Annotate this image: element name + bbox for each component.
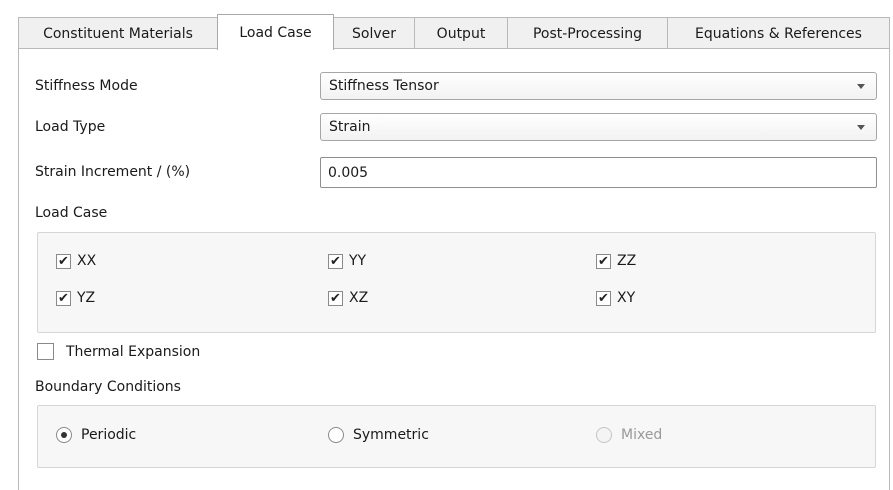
checkbox-label: ZZ	[617, 253, 637, 269]
checkbox-box	[37, 343, 54, 360]
radio-label: Mixed	[621, 427, 663, 443]
strain-increment-value: 0.005	[328, 164, 369, 181]
tab-label: Load Case	[239, 24, 312, 41]
checkbox-xy[interactable]: ✔ XY	[596, 290, 635, 306]
tab-equations-references[interactable]: Equations & References	[667, 17, 890, 49]
checkbox-yy[interactable]: ✔ YY	[328, 253, 366, 269]
tab-bar: Constituent Materials Load Case Solver O…	[18, 14, 890, 50]
checkbox-label: YZ	[77, 290, 96, 306]
tab-label: Post-Processing	[532, 25, 643, 42]
radio-label: Symmetric	[353, 427, 429, 443]
load-type-label: Load Type	[35, 119, 106, 135]
boundary-conditions-label: Boundary Conditions	[35, 379, 181, 395]
thermal-expansion-label: Thermal Expansion	[66, 343, 201, 360]
checkbox-yz[interactable]: ✔ YZ	[56, 290, 95, 306]
tab-label: Solver	[352, 25, 396, 42]
load-case-panel: Stiffness Mode Stiffness Tensor Load Typ…	[18, 48, 890, 490]
chevron-down-icon	[857, 84, 865, 89]
strain-increment-input[interactable]: 0.005	[320, 157, 877, 188]
checkbox-label: XY	[617, 290, 636, 306]
radio-icon	[328, 427, 344, 443]
load-type-dropdown[interactable]: Strain	[320, 113, 877, 141]
checkbox-xx[interactable]: ✔ XX	[56, 253, 96, 269]
checkbox-label: XX	[77, 253, 97, 269]
checkbox-box: ✔	[328, 253, 343, 269]
tab-load-case[interactable]: Load Case	[217, 14, 334, 50]
tab-constituent-materials[interactable]: Constituent Materials	[18, 17, 218, 49]
radio-selected-icon	[56, 427, 72, 443]
checkbox-box: ✔	[596, 253, 611, 269]
tab-label: Output	[436, 25, 486, 42]
tab-output[interactable]: Output	[414, 17, 508, 49]
load-case-label: Load Case	[35, 205, 108, 221]
checkbox-box: ✔	[596, 290, 611, 306]
strain-increment-label: Strain Increment / (%)	[35, 164, 191, 180]
radio-symmetric[interactable]: Symmetric	[328, 427, 429, 443]
tab-label: Constituent Materials	[43, 25, 193, 42]
checkbox-zz[interactable]: ✔ ZZ	[596, 253, 636, 269]
tab-label: Equations & References	[695, 25, 862, 42]
boundary-conditions-group: Periodic Symmetric Mixed	[37, 405, 876, 468]
chevron-down-icon	[857, 125, 865, 130]
radio-periodic[interactable]: Periodic	[56, 427, 136, 443]
tab-solver[interactable]: Solver	[333, 17, 415, 49]
checkbox-box: ✔	[56, 290, 71, 306]
tab-post-processing[interactable]: Post-Processing	[507, 17, 668, 49]
stiffness-mode-label: Stiffness Mode	[35, 78, 138, 94]
load-case-group: ✔ XX ✔ YY ✔ ZZ ✔ YZ ✔ XZ ✔ XY	[37, 232, 876, 333]
load-type-value: Strain	[329, 119, 371, 135]
stiffness-mode-dropdown[interactable]: Stiffness Tensor	[320, 72, 877, 100]
radio-mixed: Mixed	[596, 427, 662, 443]
checkbox-label: XZ	[349, 290, 369, 306]
radio-label: Periodic	[81, 427, 137, 443]
stiffness-mode-value: Stiffness Tensor	[329, 78, 439, 94]
checkbox-xz[interactable]: ✔ XZ	[328, 290, 368, 306]
radio-icon	[596, 427, 612, 443]
checkbox-box: ✔	[328, 290, 343, 306]
checkbox-box: ✔	[56, 253, 71, 269]
thermal-expansion-checkbox[interactable]: Thermal Expansion	[37, 343, 200, 360]
checkbox-label: YY	[349, 253, 367, 269]
